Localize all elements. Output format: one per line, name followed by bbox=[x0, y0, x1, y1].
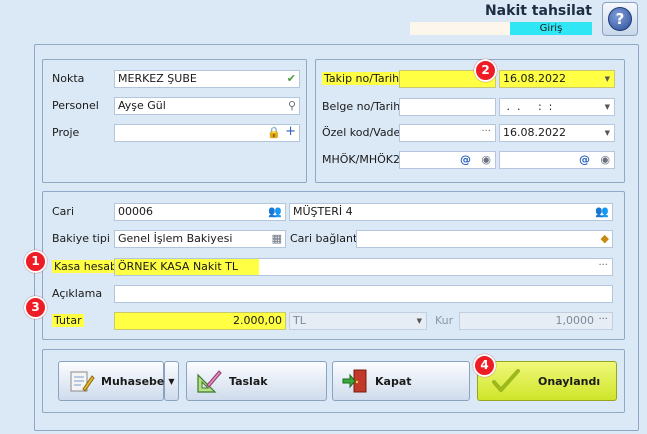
kasa-hesabi-field[interactable]: ÖRNEK KASA Nakit TL ··· bbox=[114, 258, 613, 276]
muhasebe-label: Muhasebe bbox=[101, 374, 165, 388]
help-icon: ? bbox=[608, 7, 632, 31]
muhasebe-dropdown-button[interactable]: ▼ bbox=[164, 361, 179, 401]
bakiye-tipi-field[interactable]: Genel İşlem Bakiyesi ▦ bbox=[114, 230, 286, 248]
lock-icon[interactable]: 🔒 bbox=[267, 125, 281, 141]
tag-icon[interactable]: ◆ bbox=[601, 231, 609, 247]
kasa-hesabi-label: Kasa hesabı bbox=[52, 258, 122, 276]
belge-date-value: . . : : bbox=[503, 100, 556, 113]
exit-door-icon bbox=[341, 367, 369, 395]
kasa-hesabi-label-text: Kasa hesabı bbox=[52, 260, 122, 273]
nokta-field[interactable]: MERKEZ ŞUBE ✔ bbox=[114, 70, 300, 88]
annotation-badge-3: 3 bbox=[24, 296, 47, 319]
chevron-down-icon[interactable]: ▼ bbox=[417, 313, 422, 329]
bakiye-tipi-label: Bakiye tipi bbox=[52, 232, 110, 245]
kapat-button[interactable]: Kapat bbox=[332, 361, 470, 401]
annotation-badge-2: 2 bbox=[474, 59, 497, 82]
kur-field[interactable]: 1,0000 ··· bbox=[459, 312, 613, 330]
cari-code-field[interactable]: 00006 👥 bbox=[114, 203, 286, 221]
checkmark-icon bbox=[492, 367, 520, 395]
at-icon[interactable]: @ bbox=[460, 152, 471, 168]
kapat-label: Kapat bbox=[375, 374, 412, 388]
aciklama-field[interactable] bbox=[114, 285, 613, 303]
users-icon[interactable]: 👥 bbox=[595, 204, 609, 220]
belge-label: Belge no/Tarih bbox=[322, 100, 401, 113]
bakiye-tipi-value: Genel İşlem Bakiyesi bbox=[118, 232, 233, 245]
nokta-value: MERKEZ ŞUBE bbox=[118, 72, 197, 85]
chevron-down-icon[interactable]: ▼ bbox=[605, 99, 610, 115]
chevron-down-icon[interactable]: ▼ bbox=[605, 71, 610, 87]
mode-blank bbox=[410, 22, 510, 35]
currency-value: TL bbox=[293, 314, 306, 327]
personel-label: Personel bbox=[52, 99, 99, 112]
tutar-label: Tutar bbox=[52, 312, 84, 330]
cari-code-value: 00006 bbox=[118, 205, 153, 218]
calculator-icon[interactable]: ▦ bbox=[272, 231, 282, 247]
currency-select[interactable]: TL ▼ bbox=[289, 312, 427, 330]
annotation-badge-1: 1 bbox=[24, 250, 47, 273]
cari-name-field[interactable]: MÜŞTERİ 4 👥 bbox=[289, 203, 613, 221]
aciklama-label: Açıklama bbox=[52, 287, 103, 300]
onaylandi-label: Onaylandı bbox=[538, 374, 601, 388]
taslak-label: Taslak bbox=[229, 374, 268, 388]
chevron-down-icon: ▼ bbox=[168, 376, 175, 386]
ozel-kod-field[interactable]: ··· bbox=[399, 124, 496, 142]
view-icon[interactable]: ◉ bbox=[600, 152, 610, 168]
belge-date-field[interactable]: . . : : ▼ bbox=[499, 98, 615, 116]
takip-date-field[interactable]: 16.08.2022 ▼ bbox=[499, 70, 615, 88]
cari-name-value: MÜŞTERİ 4 bbox=[293, 205, 353, 218]
onaylandi-button[interactable]: Onaylandı bbox=[477, 361, 617, 401]
draft-icon bbox=[195, 367, 223, 395]
accounting-icon bbox=[67, 367, 95, 395]
taslak-button[interactable]: Taslak bbox=[186, 361, 327, 401]
at-icon[interactable]: @ bbox=[579, 152, 590, 168]
cari-baglanti-label: Cari bağlantı bbox=[290, 232, 361, 245]
vade-date-value: 16.08.2022 bbox=[503, 126, 566, 139]
cari-baglanti-field[interactable]: ◆ bbox=[356, 230, 613, 248]
users-icon[interactable]: 👥 bbox=[268, 204, 282, 220]
chevron-down-icon[interactable]: ▼ bbox=[605, 125, 610, 141]
takip-label: Takip no/Tarih bbox=[322, 70, 402, 88]
belge-no-field[interactable] bbox=[399, 98, 496, 116]
ellipsis-icon[interactable]: ··· bbox=[481, 125, 491, 139]
user-search-icon[interactable]: ⚲ bbox=[288, 98, 296, 114]
proje-label: Proje bbox=[52, 126, 80, 139]
ellipsis-icon[interactable]: ··· bbox=[598, 259, 608, 273]
muhasebe-button[interactable]: Muhasebe bbox=[58, 361, 164, 401]
window-title: Nakit tahsilat bbox=[484, 3, 592, 19]
help-button[interactable]: ? bbox=[602, 2, 638, 36]
mode-label: Giriş bbox=[510, 22, 592, 35]
plus-icon[interactable]: + bbox=[285, 125, 296, 140]
mhok2-field[interactable]: @ ◉ bbox=[499, 151, 615, 169]
cari-label: Cari bbox=[52, 205, 74, 218]
personel-value: Ayşe Gül bbox=[118, 99, 166, 112]
takip-label-text: Takip no/Tarih bbox=[322, 72, 402, 85]
tutar-field[interactable]: 2.000,00 bbox=[114, 312, 286, 330]
kur-value: 1,0000 bbox=[555, 314, 595, 327]
mode-indicator: Giriş bbox=[410, 22, 592, 35]
vade-date-field[interactable]: 16.08.2022 ▼ bbox=[499, 124, 615, 142]
annotation-badge-4: 4 bbox=[473, 354, 496, 377]
mhok-field[interactable]: @ ◉ bbox=[399, 151, 496, 169]
kasa-hesabi-value: ÖRNEK KASA Nakit TL bbox=[118, 260, 238, 273]
view-icon[interactable]: ◉ bbox=[481, 152, 491, 168]
ellipsis-icon[interactable]: ··· bbox=[598, 313, 608, 327]
personel-field[interactable]: Ayşe Gül ⚲ bbox=[114, 97, 300, 115]
nokta-label: Nokta bbox=[52, 72, 85, 85]
kur-label: Kur bbox=[435, 314, 454, 327]
checkmark-icon[interactable]: ✔ bbox=[287, 71, 296, 87]
tutar-label-text: Tutar bbox=[52, 314, 84, 327]
takip-date-value: 16.08.2022 bbox=[503, 72, 566, 85]
mhok-label: MHÖK/MHÖK2 bbox=[322, 153, 400, 166]
proje-field[interactable]: 🔒 + bbox=[114, 124, 300, 142]
ozel-kod-label: Özel kod/Vade bbox=[322, 126, 401, 139]
